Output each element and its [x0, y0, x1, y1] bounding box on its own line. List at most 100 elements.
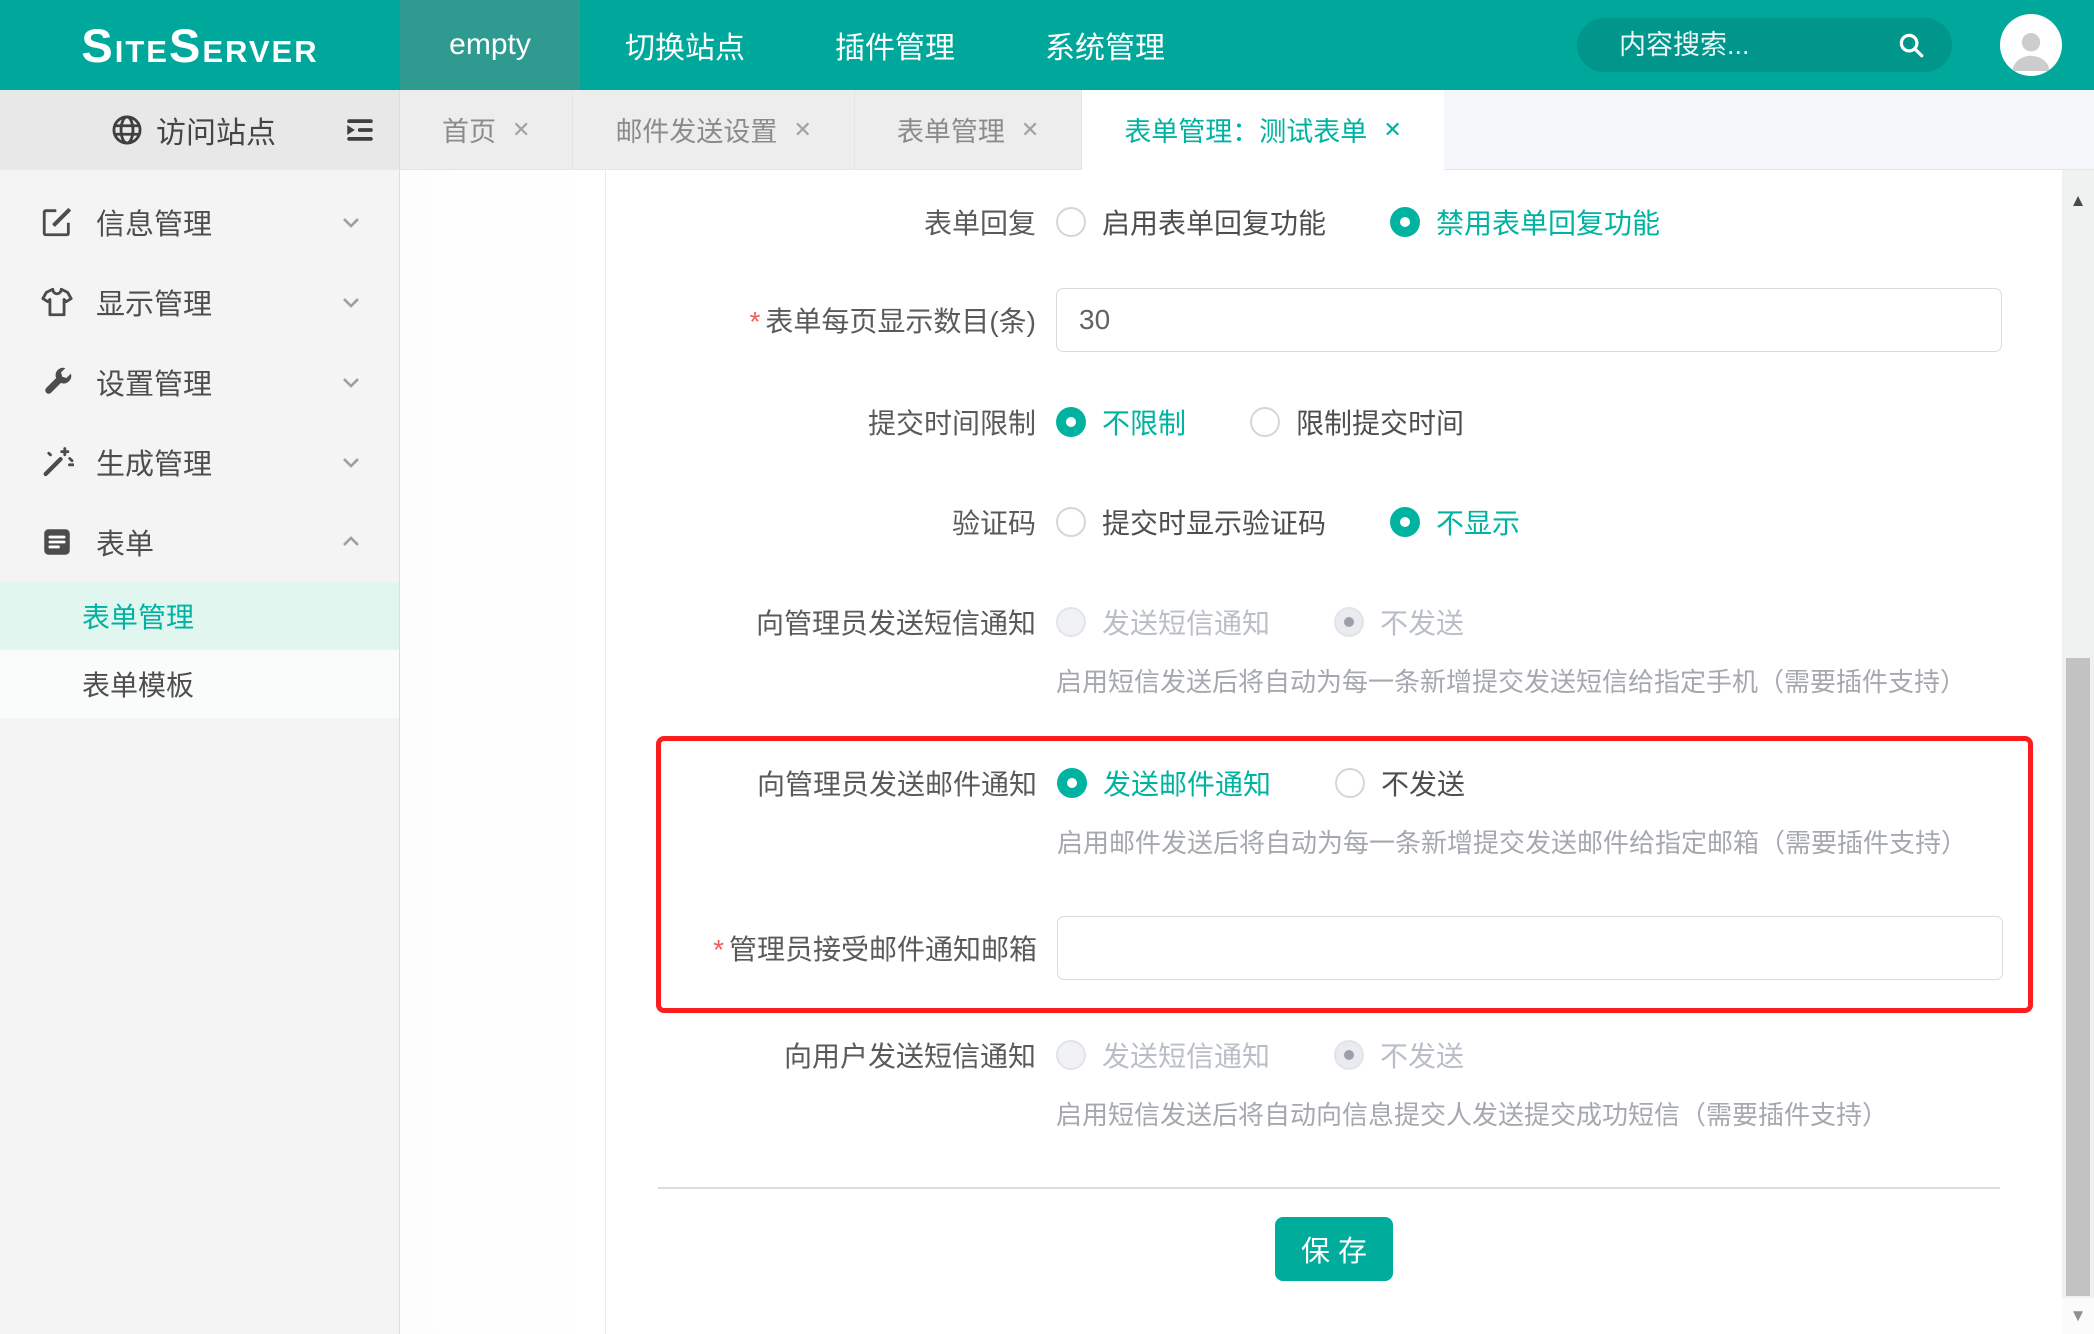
logo-letter: S [81, 22, 114, 69]
form-settings-panel: 表单回复 启用表单回复功能 禁用表单回复功能 *表单每页显示数目(条) 提交时间… [606, 170, 2062, 1334]
nav-system-management[interactable]: 系统管理 [1000, 0, 1210, 90]
sidebar-item-display-management[interactable]: 显示管理 [0, 262, 399, 342]
required-mark: * [749, 306, 760, 337]
sidebar-item-label: 设置管理 [96, 361, 212, 403]
radio-hide-captcha[interactable]: 不显示 [1390, 502, 1520, 542]
search-input[interactable] [1619, 30, 1896, 61]
menu-fold-icon[interactable] [343, 113, 377, 147]
radio-checked-icon [1056, 407, 1086, 437]
radio-no-limit[interactable]: 不限制 [1056, 402, 1186, 442]
logo-text: ERVER [202, 36, 318, 67]
content-left-rail [401, 170, 606, 1334]
chevron-down-icon [337, 208, 365, 236]
tab-label: 邮件发送设置 [615, 110, 777, 149]
sidebar-item-settings-management[interactable]: 设置管理 [0, 342, 399, 422]
sidebar-menu: 信息管理 显示管理 设置管理 [0, 170, 399, 718]
visit-site-label: 访问站点 [156, 108, 276, 152]
scroll-down-arrow-icon[interactable]: ▼ [2062, 1298, 2094, 1334]
sidebar-subitem-form-templates[interactable]: 表单模板 [0, 650, 399, 718]
radio-disabled-checked-icon [1334, 607, 1364, 637]
radio-disabled-icon [1056, 1040, 1086, 1070]
form-row-admin-sms: 向管理员发送短信通知 发送短信通知 不发送 [606, 600, 2062, 644]
close-icon[interactable]: ✕ [1383, 117, 1401, 143]
tab-form-management-test-form[interactable]: 表单管理：测试表单 ✕ [1082, 90, 1443, 170]
radio-limit-time[interactable]: 限制提交时间 [1250, 402, 1464, 442]
tab-label: 表单管理 [897, 110, 1005, 149]
form-row-user-sms: 向用户发送短信通知 发送短信通知 不发送 [606, 1033, 2062, 1077]
radio-icon [1056, 207, 1086, 237]
chevron-down-icon [337, 288, 365, 316]
vertical-scrollbar[interactable]: ▲ ▼ [2062, 170, 2094, 1334]
sidebar-item-label: 显示管理 [96, 281, 212, 323]
tab-home[interactable]: 首页 ✕ [400, 90, 573, 170]
radio-icon [1335, 768, 1365, 798]
chevron-up-icon [337, 528, 365, 556]
tab-mail-settings[interactable]: 邮件发送设置 ✕ [573, 90, 854, 170]
radio-disabled-icon [1056, 607, 1086, 637]
magic-wand-icon [40, 445, 74, 479]
scroll-up-arrow-icon[interactable]: ▲ [2062, 184, 2094, 218]
radio-send-sms-disabled: 发送短信通知 [1056, 602, 1270, 642]
nav-switch-site[interactable]: 切换站点 [580, 0, 790, 90]
required-mark: * [713, 934, 724, 965]
close-icon[interactable]: ✕ [512, 117, 530, 143]
current-site-button[interactable]: empty [400, 0, 580, 90]
search-icon[interactable] [1896, 30, 1926, 60]
form-row-time-limit: 提交时间限制 不限制 限制提交时间 [606, 400, 2062, 444]
field-label: 验证码 [606, 502, 1056, 542]
radio-disabled-checked-icon [1334, 1040, 1364, 1070]
sidebar: 访问站点 信息管理 显示管理 设置管理 [0, 90, 400, 1334]
radio-disable-reply[interactable]: 禁用表单回复功能 [1390, 202, 1660, 242]
save-button[interactable]: 保 存 [1275, 1217, 1393, 1281]
forms-submenu: 表单管理 表单模板 [0, 582, 399, 718]
content-search-box[interactable] [1577, 18, 1952, 72]
siteserver-logo: SITESERVER [81, 22, 318, 69]
radio-no-send-mail[interactable]: 不发送 [1335, 763, 1465, 803]
form-document-icon [40, 525, 74, 559]
form-row-captcha: 验证码 提交时显示验证码 不显示 [606, 500, 2062, 544]
field-label: 提交时间限制 [606, 402, 1056, 442]
field-label: *管理员接受邮件通知邮箱 [661, 928, 1057, 968]
user-avatar[interactable] [2000, 14, 2062, 76]
sidebar-item-label: 信息管理 [96, 201, 212, 243]
form-row-admin-mail-address: *管理员接受邮件通知邮箱 [661, 916, 2028, 980]
edit-square-icon [40, 205, 74, 239]
top-header: SITESERVER empty 切换站点 插件管理 系统管理 [0, 0, 2094, 90]
radio-no-send-sms-disabled: 不发送 [1334, 602, 1464, 642]
radio-checked-icon [1390, 507, 1420, 537]
form-row-admin-mail: 向管理员发送邮件通知 发送邮件通知 不发送 [661, 761, 2028, 805]
sidebar-subitem-form-management[interactable]: 表单管理 [0, 582, 399, 650]
tab-form-management[interactable]: 表单管理 ✕ [855, 90, 1082, 170]
visit-site-header[interactable]: 访问站点 [0, 90, 399, 170]
radio-icon [1056, 507, 1086, 537]
wrench-icon [40, 365, 74, 399]
form-footer-divider [658, 1187, 2000, 1189]
field-label: 向管理员发送短信通知 [606, 602, 1056, 642]
logo: SITESERVER [0, 0, 400, 90]
tab-label: 表单管理：测试表单 [1124, 110, 1367, 149]
chevron-down-icon [337, 448, 365, 476]
logo-letter: S [169, 22, 202, 69]
close-icon[interactable]: ✕ [1021, 117, 1039, 143]
sidebar-item-generate-management[interactable]: 生成管理 [0, 422, 399, 502]
sidebar-item-forms[interactable]: 表单 [0, 502, 399, 582]
nav-plugin-management[interactable]: 插件管理 [790, 0, 1000, 90]
radio-checked-icon [1057, 768, 1087, 798]
admin-mail-help-text: 启用邮件发送后将自动为每一条新增提交发送邮件给指定邮箱（需要插件支持） [1057, 823, 2028, 860]
sidebar-item-info-management[interactable]: 信息管理 [0, 182, 399, 262]
close-icon[interactable]: ✕ [793, 117, 811, 143]
admin-sms-help-text: 启用短信发送后将自动为每一条新增提交发送短信给指定手机（需要插件支持） [1056, 662, 2062, 699]
page-size-input[interactable] [1056, 288, 2002, 352]
sidebar-item-label: 生成管理 [96, 441, 212, 483]
user-sms-help-text: 启用短信发送后将自动向信息提交人发送提交成功短信（需要插件支持） [1056, 1095, 2062, 1132]
radio-checked-icon [1390, 207, 1420, 237]
radio-enable-reply[interactable]: 启用表单回复功能 [1056, 202, 1326, 242]
scrollbar-thumb[interactable] [2066, 658, 2090, 1296]
radio-icon [1250, 407, 1280, 437]
admin-mail-address-input[interactable] [1057, 916, 2003, 980]
radio-show-captcha[interactable]: 提交时显示验证码 [1056, 502, 1326, 542]
radio-send-mail[interactable]: 发送邮件通知 [1057, 763, 1271, 803]
tab-bar-spacer [1444, 90, 2094, 170]
tab-label: 首页 [442, 110, 496, 149]
chevron-down-icon [337, 368, 365, 396]
